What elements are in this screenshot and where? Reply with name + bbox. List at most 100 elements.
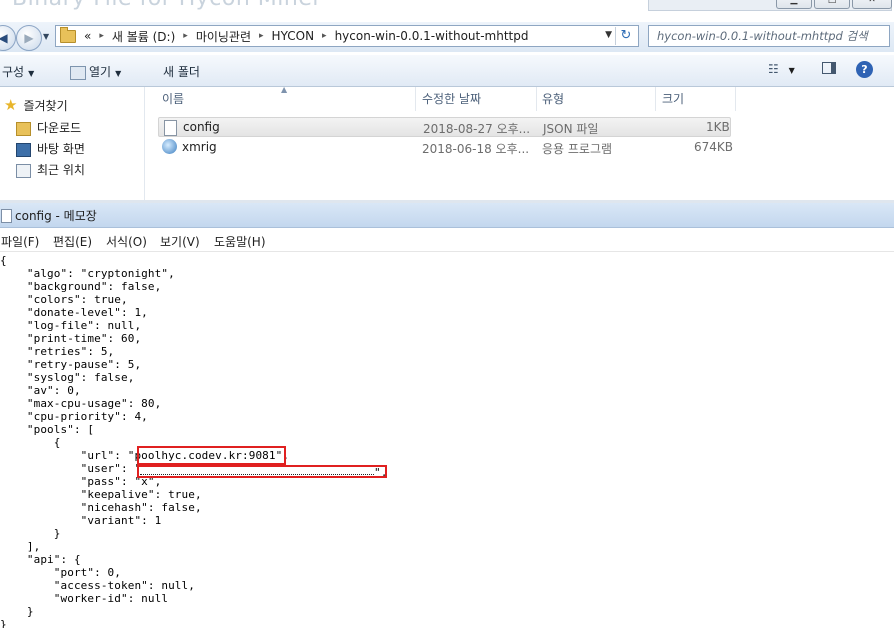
breadcrumb-overflow[interactable]: «	[84, 29, 91, 43]
navigation-bar: ◀ ▶ ▼ « ▸ 새 볼륨 (D:) ▸ 마이닝관련 ▸ HYCON ▸ hy…	[0, 22, 894, 52]
breadcrumb-current[interactable]: hycon-win-0.0.1-without-mhttpd	[335, 29, 529, 43]
sidebar-item-favorites[interactable]: ★ 즐겨찾기	[4, 96, 68, 114]
downloads-folder-icon	[16, 121, 31, 136]
json-file-icon	[164, 120, 177, 136]
favorites-label: 즐겨찾기	[23, 99, 68, 113]
code-line: "retries": 5,	[0, 345, 115, 358]
code-line: "algo": "cryptonight",	[0, 267, 175, 280]
minimize-button[interactable]: ▁	[776, 0, 812, 9]
file-date: 2018-06-18 오후...	[422, 142, 530, 156]
url-highlight-box	[137, 446, 286, 465]
preview-pane-icon	[822, 62, 836, 74]
code-line: "log-file": null,	[0, 319, 142, 332]
search-input[interactable]: hycon-win-0.0.1-without-mhttpd 검색	[648, 25, 890, 47]
command-bar: 구성 ▼ 열기 ▼ 새 폴더 ☷ ▼ ?	[0, 55, 894, 87]
notepad-title: config - 메모장	[15, 209, 97, 223]
breadcrumb-folder[interactable]: 마이닝관련	[196, 28, 251, 45]
code-line: "variant": 1	[0, 514, 162, 527]
code-line: "colors": true,	[0, 293, 128, 306]
breadcrumb-separator-icon[interactable]: ▸	[322, 31, 327, 41]
code-line: "worker-id": null	[0, 592, 169, 605]
address-bar[interactable]: « ▸ 새 볼륨 (D:) ▸ 마이닝관련 ▸ HYCON ▸ hycon-wi…	[55, 25, 639, 47]
text-editor[interactable]: { "algo": "cryptonight", "background": f…	[0, 252, 894, 628]
file-date: 2018-08-27 오후...	[423, 122, 531, 136]
new-folder-button[interactable]: 새 폴더	[163, 63, 200, 80]
application-icon	[162, 139, 177, 154]
sidebar-item-recent[interactable]: 최근 위치	[16, 161, 85, 178]
file-name: xmrig	[182, 140, 217, 154]
breadcrumb-separator-icon[interactable]: ▸	[183, 31, 188, 41]
star-icon: ★	[4, 96, 18, 114]
code-line: "max-cpu-usage": 80,	[0, 397, 162, 410]
user-highlight-box	[137, 465, 387, 478]
sort-ascending-icon: ▲	[281, 85, 288, 94]
menu-edit[interactable]: 편집(E)	[53, 233, 92, 250]
chevron-down-icon: ▼	[115, 69, 122, 78]
column-header-name[interactable]: 이름	[162, 90, 184, 107]
code-line: "print-time": 60,	[0, 332, 142, 345]
column-header-type[interactable]: 유형	[542, 90, 564, 107]
back-button[interactable]: ◀	[0, 25, 16, 51]
breadcrumb-folder[interactable]: HYCON	[272, 29, 315, 43]
notepad-app-icon	[1, 209, 12, 223]
code-line: "pools": [	[0, 423, 95, 436]
code-line: "user": "	[0, 462, 142, 475]
recent-places-icon	[16, 163, 31, 178]
forward-button[interactable]: ▶	[16, 25, 42, 51]
menu-view[interactable]: 보기(V)	[160, 233, 200, 250]
sidebar-item-downloads[interactable]: 다운로드	[16, 119, 81, 136]
notepad-app-icon	[70, 65, 86, 80]
code-line: "port": 0,	[0, 566, 122, 579]
code-line: "av": 0,	[0, 384, 81, 397]
help-icon[interactable]: ?	[856, 61, 873, 78]
file-row-config[interactable]: config 2018-08-27 오후... JSON 파일 1KB	[158, 117, 731, 137]
notepad-titlebar[interactable]: config - 메모장	[0, 203, 894, 228]
code-line: ],	[0, 540, 41, 553]
code-line: {	[0, 254, 7, 267]
chevron-down-icon: ▼	[28, 69, 35, 78]
explorer-window: Binary File for Hycon Miner ▁ □ ✕ ◀ ▶ ▼ …	[0, 0, 894, 203]
column-header-size[interactable]: 크기	[662, 90, 684, 107]
code-line: "nicehash": false,	[0, 501, 202, 514]
breadcrumb-drive[interactable]: 새 볼륨 (D:)	[112, 28, 175, 45]
search-placeholder: hycon-win-0.0.1-without-mhttpd 검색	[657, 29, 868, 43]
window-title: Binary File for Hycon Miner	[12, 0, 322, 11]
refresh-icon[interactable]: ↻	[615, 27, 636, 45]
code-line: {	[0, 436, 61, 449]
menu-file[interactable]: 파일(F)	[1, 233, 39, 250]
notepad-window: config - 메모장 파일(F) 편집(E) 서식(O) 보기(V) 도움말…	[0, 203, 894, 628]
preview-pane-button[interactable]	[822, 62, 836, 77]
open-button[interactable]: 열기 ▼	[70, 63, 121, 80]
code-line: "access-token": null,	[0, 579, 195, 592]
code-line: "syslog": false,	[0, 371, 135, 384]
code-line: "keepalive": true,	[0, 488, 202, 501]
column-divider	[415, 87, 416, 111]
recent-pages-dropdown-icon[interactable]: ▼	[43, 32, 49, 41]
column-header-date[interactable]: 수정한 날짜	[422, 90, 481, 107]
sidebar-item-label: 다운로드	[37, 121, 82, 135]
address-dropdown-icon[interactable]: ▼	[605, 30, 612, 40]
window-controls: ▁ □ ✕	[776, 0, 892, 9]
sidebar-item-label: 바탕 화면	[37, 142, 85, 156]
file-row-xmrig[interactable]: xmrig 2018-06-18 오후... 응용 프로그램 674KB	[158, 138, 733, 158]
menu-format[interactable]: 서식(O)	[106, 233, 147, 250]
sidebar-item-desktop[interactable]: 바탕 화면	[16, 140, 85, 157]
column-divider	[655, 87, 656, 111]
new-folder-label: 새 폴더	[163, 65, 200, 79]
menu-help[interactable]: 도움말(H)	[214, 233, 266, 250]
file-name: config	[183, 120, 220, 134]
navigation-pane: ★ 즐겨찾기 다운로드 바탕 화면 최근 위치	[0, 87, 145, 203]
code-line: }	[0, 527, 61, 540]
code-line: }	[0, 605, 34, 618]
details-view-icon: ☷	[768, 62, 779, 76]
column-divider	[735, 87, 736, 111]
view-options-button[interactable]: ☷ ▼	[768, 62, 795, 76]
maximize-button[interactable]: □	[814, 0, 850, 9]
close-button[interactable]: ✕	[852, 0, 892, 9]
breadcrumb-separator-icon[interactable]: ▸	[259, 31, 264, 41]
chevron-down-icon: ▼	[788, 66, 795, 75]
sidebar-item-label: 최근 위치	[37, 163, 85, 177]
organize-button[interactable]: 구성 ▼	[2, 63, 34, 80]
breadcrumb-separator-icon[interactable]: ▸	[99, 31, 104, 41]
file-size: 1KB	[706, 120, 730, 134]
